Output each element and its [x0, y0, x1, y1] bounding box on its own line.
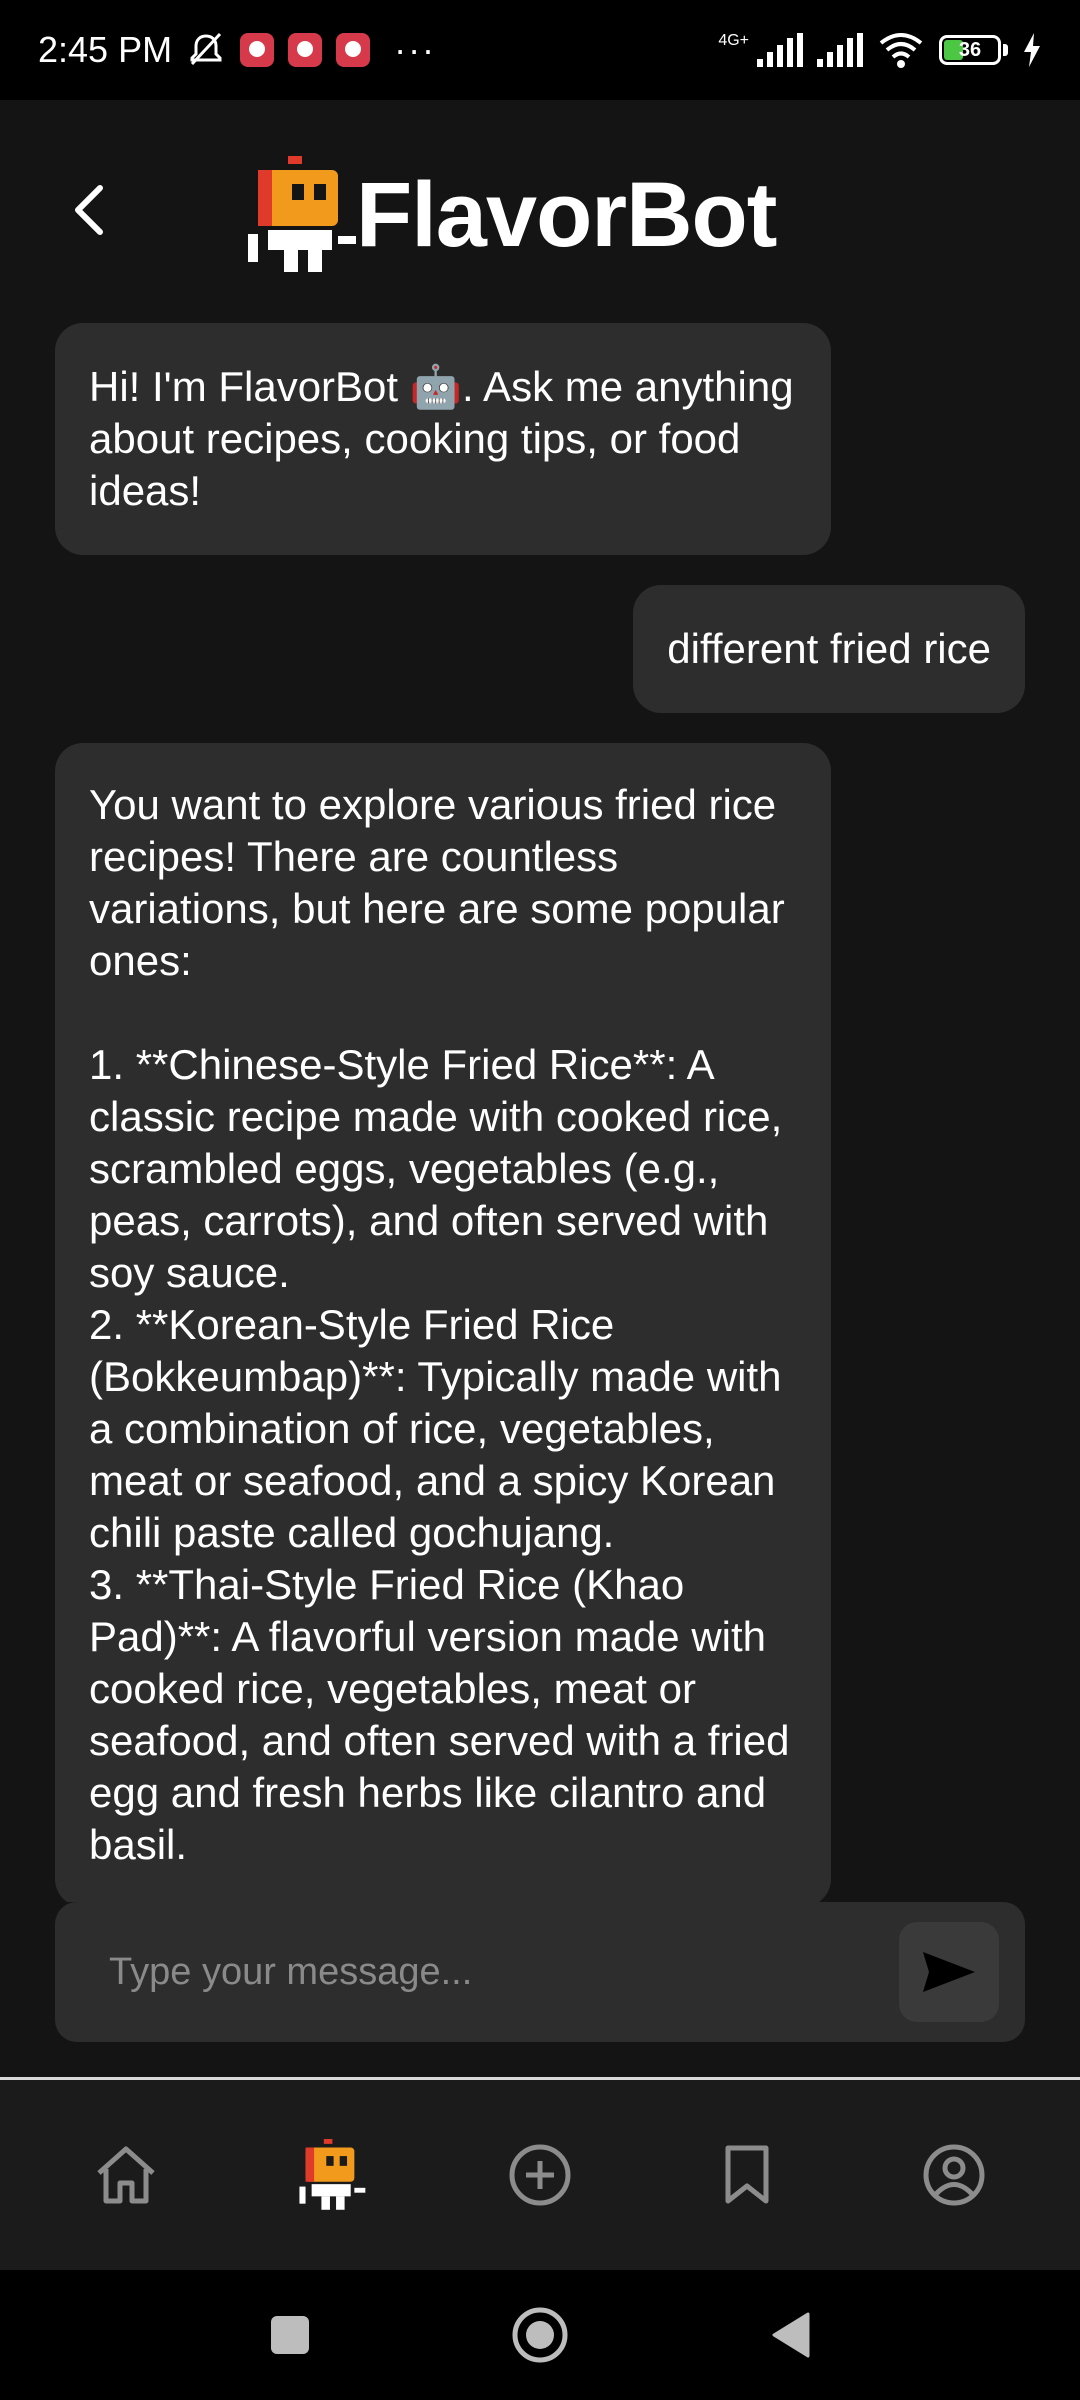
cellular-signal-icon [757, 33, 803, 67]
charging-icon [1024, 33, 1040, 67]
home-icon [96, 2146, 155, 2204]
bottom-nav [0, 2080, 1080, 2270]
nav-create[interactable] [485, 2120, 595, 2230]
back-system-button[interactable] [755, 2300, 825, 2370]
send-button[interactable] [899, 1922, 999, 2022]
battery-level: 36 [958, 38, 982, 61]
battery-icon: 36 [939, 35, 1001, 65]
chevron-left-icon [75, 185, 103, 235]
home-system-button[interactable] [505, 2300, 575, 2370]
ringer-muted-icon [190, 32, 222, 66]
status-bar: 2:45 PM ··· 4G+ 36 [0, 0, 1080, 100]
square-icon [271, 2316, 309, 2354]
status-time: 2:45 PM [38, 29, 173, 70]
bot-message: You want to explore various fried rice r… [55, 743, 831, 1902]
bot-message: Hi! I'm FlavorBot 🤖. Ask me anything abo… [55, 323, 831, 555]
triangle-back-icon [772, 2312, 810, 2358]
user-message: different fried rice [633, 585, 1025, 713]
nav-profile[interactable] [899, 2120, 1009, 2230]
chat-message-list[interactable]: Hi! I'm FlavorBot 🤖. Ask me anything abo… [0, 320, 1080, 1902]
circle-home-icon [512, 2307, 568, 2363]
battery-tip [1003, 44, 1008, 56]
robot-icon [299, 2139, 366, 2210]
robot-logo-icon [248, 156, 356, 272]
network-type-label: 4G+ [718, 32, 749, 49]
message-input[interactable] [55, 1902, 899, 2042]
back-button[interactable] [60, 180, 120, 240]
nav-bookmarks[interactable] [692, 2120, 802, 2230]
nav-home[interactable] [71, 2120, 181, 2230]
notification-app-icon [288, 33, 323, 67]
notification-app-icon [240, 33, 275, 67]
nav-flavorbot[interactable] [278, 2120, 388, 2230]
recents-button[interactable] [255, 2300, 325, 2370]
app-screen: 2:45 PM ··· 4G+ 36 FlavorBot Hi! I'm Fla… [0, 0, 1080, 2400]
system-navigation-bar [0, 2270, 1080, 2400]
brand: FlavorBot [248, 156, 777, 274]
status-right: 4G+ 36 [718, 31, 1042, 69]
bookmark-icon [725, 2145, 769, 2204]
profile-icon [923, 2144, 985, 2206]
more-notifications-icon: ··· [394, 29, 437, 70]
app-title: FlavorBot [356, 163, 777, 266]
cellular-signal-icon [817, 33, 863, 67]
app-header: FlavorBot [0, 100, 1080, 320]
message-composer [55, 1902, 1025, 2042]
battery-indicator: 36 [939, 35, 1008, 65]
wifi-icon [879, 33, 923, 68]
status-left: 2:45 PM ··· [38, 29, 436, 71]
add-circle-icon [509, 2144, 571, 2206]
send-icon [923, 1952, 975, 1992]
notification-app-icon [336, 33, 371, 67]
